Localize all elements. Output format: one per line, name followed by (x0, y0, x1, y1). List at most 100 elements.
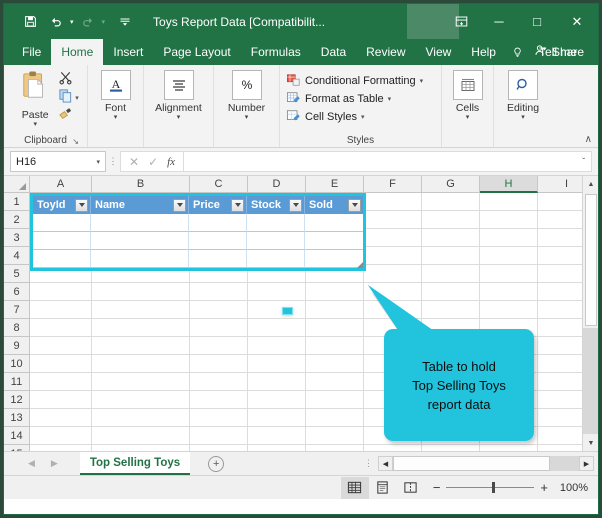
table-header-stock[interactable]: Stock (247, 196, 305, 214)
cell[interactable] (30, 427, 92, 445)
filter-dropdown-icon[interactable] (289, 198, 302, 212)
row-header-9[interactable]: 9 (4, 337, 30, 355)
column-header-b[interactable]: B (92, 176, 190, 193)
cell[interactable] (190, 355, 248, 373)
cell[interactable] (190, 409, 248, 427)
cell-styles-button[interactable]: Cell Styles ▾ (286, 108, 364, 126)
table-cell[interactable] (91, 232, 189, 250)
table-resize-handle[interactable] (357, 262, 363, 268)
tab-home[interactable]: Home (51, 39, 104, 65)
close-button[interactable]: ✕ (556, 4, 598, 39)
cell[interactable] (248, 391, 306, 409)
cells-button[interactable]: Cells ▾ (446, 68, 490, 121)
cell[interactable] (480, 247, 538, 265)
prev-sheet-icon[interactable]: ◀ (28, 458, 35, 469)
cell[interactable] (248, 301, 306, 319)
cell[interactable] (30, 283, 92, 301)
cell[interactable] (30, 391, 92, 409)
enter-icon[interactable]: ✓ (148, 155, 158, 169)
cell-styles-caret[interactable]: ▾ (361, 113, 365, 121)
cell[interactable] (30, 319, 92, 337)
row-header-1[interactable]: 1 (4, 193, 30, 211)
paste-button[interactable]: Paste ▾ (12, 68, 58, 128)
zoom-slider[interactable] (446, 482, 535, 493)
cell[interactable] (422, 247, 480, 265)
cell[interactable] (306, 301, 364, 319)
row-header-6[interactable]: 6 (4, 283, 30, 301)
cell[interactable] (306, 283, 364, 301)
cell[interactable] (248, 409, 306, 427)
table-header-name[interactable]: Name (91, 196, 189, 214)
cell[interactable] (306, 409, 364, 427)
tab-help[interactable]: Help (461, 39, 506, 65)
cell[interactable] (364, 229, 422, 247)
column-header-d[interactable]: D (248, 176, 306, 193)
page-layout-view-icon[interactable] (369, 477, 397, 499)
table-cell[interactable] (247, 250, 305, 268)
expand-formula-bar-icon[interactable]: ˇ (582, 157, 585, 166)
cell[interactable] (92, 355, 190, 373)
format-as-table-button[interactable]: Format as Table ▾ (286, 90, 391, 108)
vscroll-thumb[interactable] (585, 194, 597, 326)
table-row[interactable] (33, 250, 363, 268)
cell[interactable] (92, 301, 190, 319)
row-header-7[interactable]: 7 (4, 301, 30, 319)
formula-bar-grip[interactable]: ⋮ (106, 156, 120, 167)
zoom-in-button[interactable]: + (540, 480, 548, 495)
select-all-corner[interactable] (4, 176, 30, 193)
format-painter-button[interactable] (58, 107, 79, 124)
zoom-out-button[interactable]: − (433, 480, 441, 495)
tab-formulas[interactable]: Formulas (241, 39, 311, 65)
cells-caret[interactable]: ▾ (466, 114, 470, 121)
table-header-price[interactable]: Price (189, 196, 247, 214)
hscroll-thumb[interactable] (393, 456, 550, 471)
callout-shape[interactable]: Table to hold Top Selling Toys report da… (360, 285, 540, 451)
cell[interactable] (92, 283, 190, 301)
split-handle[interactable]: ⋮ (364, 458, 373, 469)
cell[interactable] (306, 391, 364, 409)
cell[interactable] (92, 391, 190, 409)
save-icon[interactable] (18, 10, 42, 34)
table-cell[interactable] (305, 214, 363, 232)
editing-button[interactable]: Editing ▾ (498, 68, 548, 121)
cell[interactable] (92, 427, 190, 445)
cell[interactable] (422, 229, 480, 247)
formula-input[interactable]: ˇ (183, 151, 592, 172)
excel-table[interactable]: ToyId Name Price Stock Sold (30, 193, 366, 271)
cell[interactable] (248, 337, 306, 355)
undo-icon[interactable] (44, 10, 68, 34)
cell[interactable] (364, 211, 422, 229)
cell[interactable] (248, 373, 306, 391)
cell[interactable] (190, 319, 248, 337)
hscroll-track[interactable] (393, 456, 579, 471)
font-button[interactable]: A Font ▾ (93, 68, 139, 121)
row-header-5[interactable]: 5 (4, 265, 30, 283)
cell[interactable] (364, 193, 422, 211)
cancel-icon[interactable]: ✕ (129, 155, 139, 169)
table-header-toyid[interactable]: ToyId (33, 196, 91, 214)
table-cell[interactable] (305, 250, 363, 268)
alignment-button[interactable]: Alignment ▾ (148, 68, 210, 121)
normal-view-icon[interactable] (340, 476, 369, 499)
scroll-down-icon[interactable]: ▼ (583, 435, 598, 451)
paste-caret[interactable]: ▾ (33, 121, 37, 128)
horizontal-scrollbar[interactable]: ◀ ▶ (378, 456, 594, 471)
row-header-3[interactable]: 3 (4, 229, 30, 247)
minimize-button[interactable]: ─ (480, 4, 518, 39)
column-header-f[interactable]: F (364, 176, 422, 193)
cell[interactable] (30, 301, 92, 319)
table-row[interactable] (33, 214, 363, 232)
cell[interactable] (306, 355, 364, 373)
cell[interactable] (248, 355, 306, 373)
cell[interactable] (190, 391, 248, 409)
cell[interactable] (480, 265, 538, 283)
shape-anchor-marker[interactable] (282, 307, 293, 315)
scroll-up-icon[interactable]: ▲ (583, 176, 598, 192)
cut-button[interactable] (58, 71, 79, 88)
editing-caret[interactable]: ▾ (521, 114, 525, 121)
filter-dropdown-icon[interactable] (348, 198, 361, 212)
row-header-13[interactable]: 13 (4, 409, 30, 427)
table-cell[interactable] (189, 250, 247, 268)
cell[interactable] (190, 301, 248, 319)
cell[interactable] (480, 193, 538, 211)
